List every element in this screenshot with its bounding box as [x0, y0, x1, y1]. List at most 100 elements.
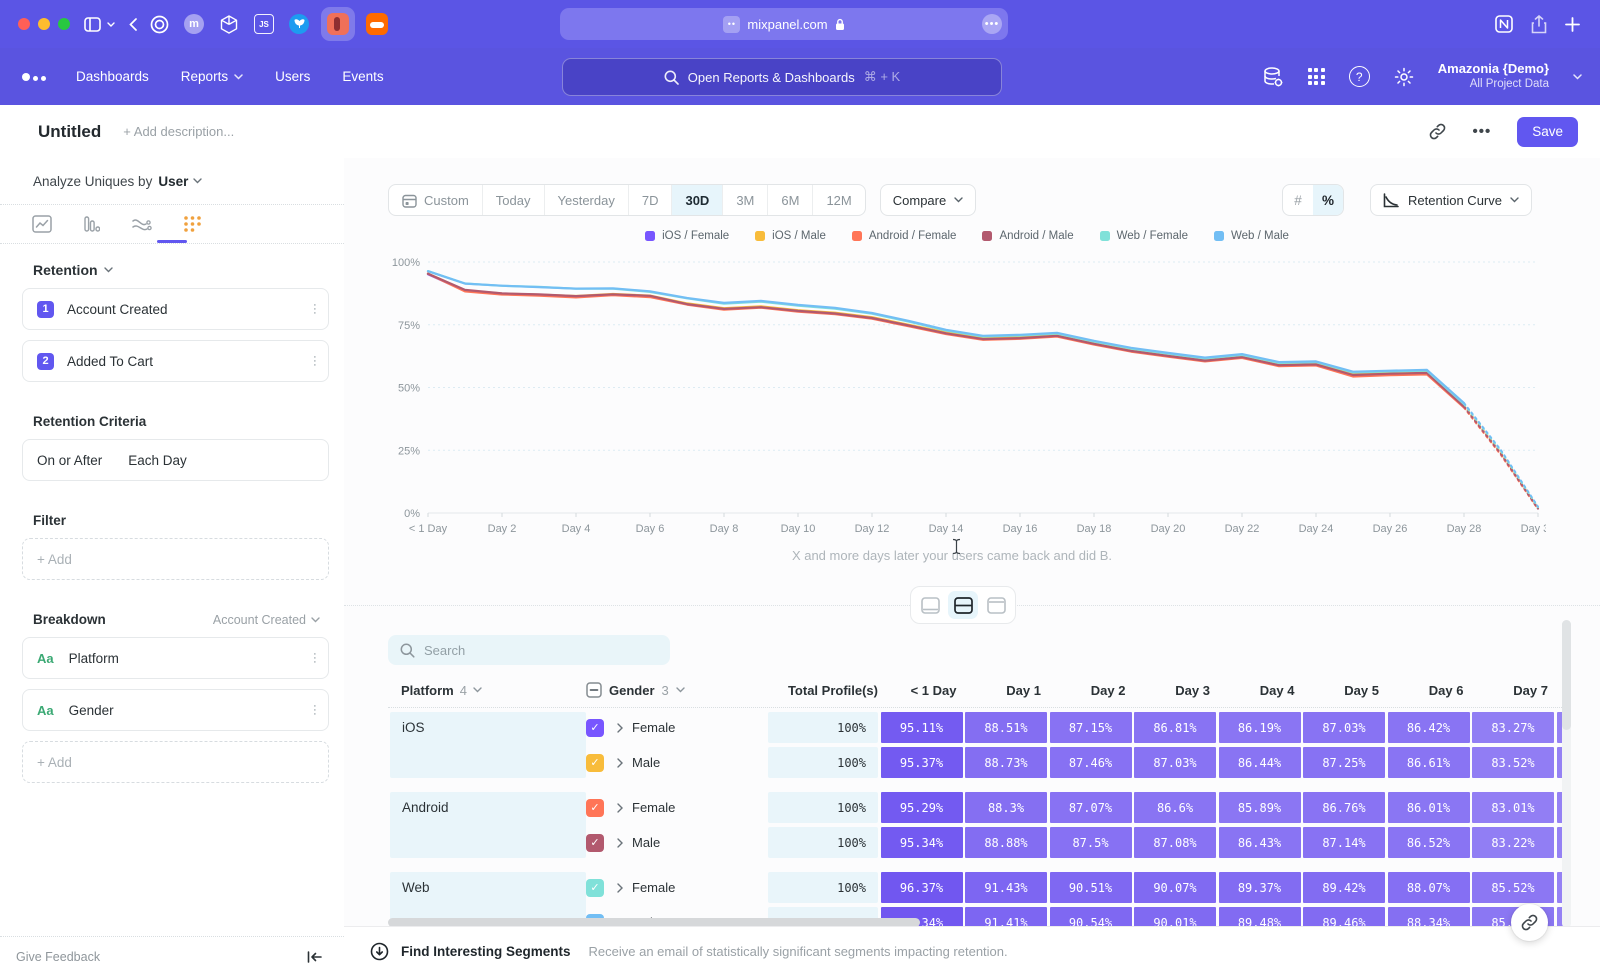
breakdown-item-gender[interactable]: Aa Gender ●●●: [22, 689, 329, 731]
help-icon[interactable]: ?: [1349, 66, 1370, 87]
layout-table-only-button[interactable]: [981, 591, 1011, 619]
expand-row-icon[interactable]: [617, 723, 623, 733]
retention-value-cell[interactable]: 87.07%: [1050, 792, 1132, 823]
favicon-bluebird-icon[interactable]: [286, 11, 312, 37]
retention-value-cell[interactable]: 86.19%: [1219, 712, 1301, 743]
range-button-7d[interactable]: 7D: [629, 185, 673, 215]
range-button-custom[interactable]: Custom: [389, 185, 483, 215]
retention-value-cell[interactable]: 83.22%: [1472, 827, 1554, 858]
nav-item-events[interactable]: Events: [342, 69, 383, 84]
absolute-mode-button[interactable]: #: [1283, 185, 1313, 215]
platform-cell[interactable]: Android: [390, 792, 586, 858]
retention-value-cell[interactable]: 89.42%: [1303, 872, 1385, 903]
range-button-3m[interactable]: 3M: [723, 185, 768, 215]
day-column-header[interactable]: Day 6: [1388, 683, 1470, 698]
legend-item[interactable]: Android / Female: [852, 230, 957, 242]
platform-cell[interactable]: iOS: [390, 712, 586, 778]
retention-value-cell[interactable]: 88.73%: [965, 747, 1047, 778]
indeterminate-checkbox-icon[interactable]: [586, 682, 602, 698]
data-management-icon[interactable]: [1262, 66, 1284, 88]
series-checkbox[interactable]: ✓: [586, 754, 604, 772]
range-button-6m[interactable]: 6M: [768, 185, 813, 215]
browser-sidebar-toggle-icon[interactable]: [84, 17, 101, 32]
retention-value-cell[interactable]: 88.07%: [1388, 872, 1470, 903]
tab-bar-chart[interactable]: [78, 207, 106, 241]
share-icon[interactable]: [1531, 15, 1547, 34]
criteria-mode[interactable]: On or After: [37, 453, 102, 468]
gender-label[interactable]: Female: [632, 720, 675, 735]
breakdown-scope-dropdown[interactable]: Account Created: [213, 613, 320, 627]
retention-value-cell[interactable]: 90.07%: [1134, 872, 1216, 903]
favicon-js-icon[interactable]: JS: [251, 11, 277, 37]
back-icon[interactable]: [129, 18, 137, 31]
more-options-icon[interactable]: •••: [1472, 123, 1491, 140]
project-switcher[interactable]: Amazonia {Demo} All Project Data: [1438, 61, 1549, 92]
retention-line-chart[interactable]: 100%75%50%25%0%< 1 DayDay 2Day 4Day 6Day…: [388, 252, 1546, 542]
gender-label[interactable]: Female: [632, 800, 675, 815]
gender-label[interactable]: Male: [632, 835, 660, 850]
report-title[interactable]: Untitled: [38, 122, 101, 142]
collapse-sidebar-icon[interactable]: [307, 951, 322, 963]
retention-value-cell[interactable]: 87.15%: [1050, 712, 1132, 743]
series-checkbox[interactable]: ✓: [586, 719, 604, 737]
retention-value-cell[interactable]: 85.52%: [1472, 872, 1554, 903]
nav-item-dashboards[interactable]: Dashboards: [76, 69, 149, 84]
retention-value-cell[interactable]: 88.3%: [965, 792, 1047, 823]
retention-value-cell[interactable]: 87.5%: [1050, 827, 1132, 858]
zoom-window-button[interactable]: [58, 18, 70, 30]
expand-row-icon[interactable]: [617, 883, 623, 893]
retention-value-cell[interactable]: 83.52%: [1472, 747, 1554, 778]
retention-value-cell[interactable]: 87.03%: [1303, 712, 1385, 743]
retention-step-1[interactable]: 1 Account Created ●●●: [22, 288, 329, 330]
range-button-today[interactable]: Today: [483, 185, 545, 215]
tab-line-chart[interactable]: [28, 207, 56, 241]
retention-value-cell[interactable]: 85.89%: [1219, 792, 1301, 823]
retention-value-cell[interactable]: 95.11%: [881, 712, 963, 743]
retention-value-cell[interactable]: 88.34%: [1388, 907, 1470, 927]
retention-value-cell[interactable]: 90.51%: [1050, 872, 1132, 903]
range-button-30d[interactable]: 30D: [672, 185, 723, 215]
day-column-header[interactable]: Day 4: [1219, 683, 1301, 698]
retention-value-cell[interactable]: 89.37%: [1219, 872, 1301, 903]
day-column-header[interactable]: Day 1: [965, 683, 1047, 698]
retention-section-title[interactable]: Retention: [0, 244, 344, 288]
gender-label[interactable]: Male: [632, 755, 660, 770]
layout-chart-only-button[interactable]: [915, 591, 945, 619]
retention-value-cell[interactable]: 86.52%: [1388, 827, 1470, 858]
address-bar[interactable]: •• mixpanel.com •••: [560, 8, 1008, 40]
notion-icon[interactable]: [1495, 15, 1513, 33]
legend-item[interactable]: Web / Female: [1100, 230, 1188, 242]
retention-value-cell[interactable]: 91.43%: [965, 872, 1047, 903]
kebab-menu-icon[interactable]: ●●●: [314, 704, 316, 716]
chart-type-dropdown[interactable]: Retention Curve: [1370, 184, 1532, 216]
tab-retention-selected[interactable]: [178, 207, 206, 241]
nav-item-reports[interactable]: Reports: [181, 69, 243, 84]
new-tab-icon[interactable]: [1565, 17, 1580, 32]
global-search-button[interactable]: Open Reports & Dashboards ⌘ + K: [562, 58, 1002, 96]
day-column-header[interactable]: Day 3: [1134, 683, 1216, 698]
kebab-menu-icon[interactable]: ●●●: [314, 355, 316, 367]
day-column-header[interactable]: < 1 Day: [881, 683, 963, 698]
retention-value-cell[interactable]: 95.37%: [881, 747, 963, 778]
add-breakdown-button[interactable]: + Add: [22, 741, 329, 783]
expand-row-icon[interactable]: [617, 758, 623, 768]
minimize-window-button[interactable]: [38, 18, 50, 30]
legend-item[interactable]: iOS / Female: [645, 230, 729, 242]
close-window-button[interactable]: [18, 18, 30, 30]
percent-mode-button[interactable]: %: [1313, 185, 1343, 215]
retention-value-cell[interactable]: 95.34%: [881, 827, 963, 858]
retention-value-cell[interactable]: 87.46%: [1050, 747, 1132, 778]
give-feedback-link[interactable]: Give Feedback: [16, 950, 100, 964]
breakdown-item-platform[interactable]: Aa Platform ●●●: [22, 637, 329, 679]
range-button-12m[interactable]: 12M: [813, 185, 864, 215]
day-column-header[interactable]: Day 5: [1303, 683, 1385, 698]
add-description-button[interactable]: + Add description...: [123, 124, 234, 139]
nav-item-users[interactable]: Users: [275, 69, 310, 84]
retention-value-cell[interactable]: 83.27%: [1472, 712, 1554, 743]
retention-value-cell[interactable]: 87.14%: [1303, 827, 1385, 858]
retention-value-cell[interactable]: 88.51%: [965, 712, 1047, 743]
retention-value-cell[interactable]: 83.01%: [1472, 792, 1554, 823]
table-search-input[interactable]: Search: [388, 635, 670, 665]
retention-value-cell[interactable]: 89.48%: [1219, 907, 1301, 927]
criteria-interval[interactable]: Each Day: [128, 453, 187, 468]
